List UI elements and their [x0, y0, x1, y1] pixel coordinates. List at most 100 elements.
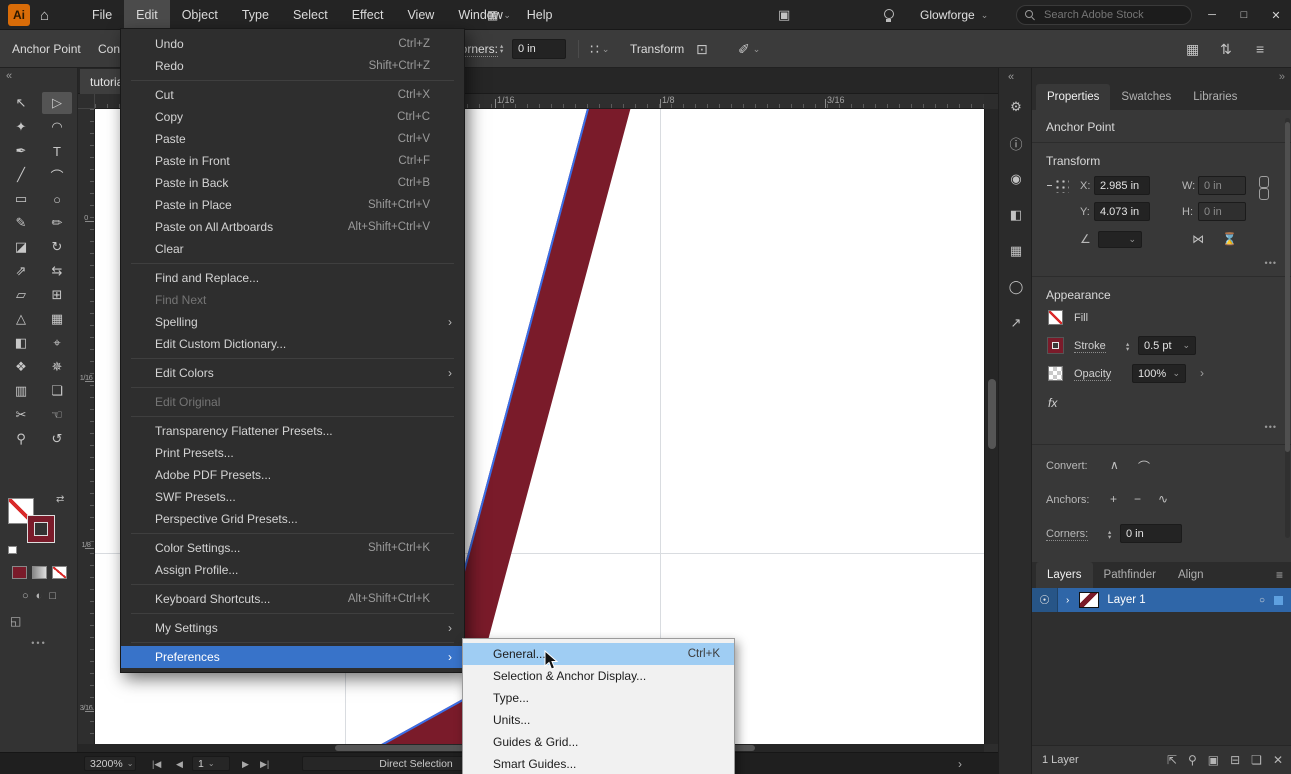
menu-help[interactable]: Help: [515, 0, 565, 30]
draw-normal-icon[interactable]: ○: [22, 590, 29, 602]
width-input[interactable]: 0 in: [1198, 176, 1246, 195]
maximize-button[interactable]: □: [1228, 0, 1260, 30]
corners-stepper[interactable]: ▴ ▾: [500, 30, 503, 68]
red-stripe-path[interactable]: [441, 109, 635, 665]
swatches-strip-icon[interactable]: ▦: [1005, 240, 1027, 262]
menu-type[interactable]: Type: [230, 0, 281, 30]
menu-select[interactable]: Select: [281, 0, 340, 30]
menu-item-undo[interactable]: Undo Ctrl+Z: [121, 33, 464, 55]
tab-pathfinder[interactable]: Pathfinder: [1093, 562, 1167, 588]
width-tool[interactable]: ⇆: [42, 260, 72, 282]
color-button[interactable]: [11, 566, 27, 579]
next-artboard-button[interactable]: ▶: [242, 753, 249, 774]
mesh-tool[interactable]: ▦: [42, 308, 72, 330]
quick-actions-icon[interactable]: ✐ ⌄: [738, 30, 760, 68]
gradient-button[interactable]: [31, 566, 47, 579]
menu-item-paste-in-place[interactable]: Paste in Place Shift+Ctrl+V: [121, 194, 464, 216]
stepper-down-icon[interactable]: ▾: [1108, 535, 1111, 541]
zoom-level-select[interactable]: 3200% ⌄: [84, 756, 136, 771]
submenu-item-selection-anchor-display[interactable]: Selection & Anchor Display...: [463, 665, 734, 687]
stepper-down-icon[interactable]: ▾: [500, 49, 503, 55]
more-tools-icon[interactable]: •••: [0, 638, 78, 648]
artboard-number-select[interactable]: 1 ⌄: [192, 756, 230, 771]
menu-item-clear[interactable]: Clear: [121, 238, 464, 260]
reference-point-selector[interactable]: [1047, 178, 1069, 193]
menu-item-preferences[interactable]: Preferences ›: [121, 646, 464, 668]
flip-vertical-icon[interactable]: ⌛: [1222, 232, 1237, 246]
submenu-item-type[interactable]: Type...: [463, 687, 734, 709]
select-similar-icon[interactable]: ∷ ⌄: [590, 30, 609, 68]
menu-item-edit-colors[interactable]: Edit Colors ›: [121, 362, 464, 384]
x-input[interactable]: 2.985 in: [1094, 176, 1150, 195]
menu-item-adobe-pdf-presets[interactable]: Adobe PDF Presets...: [121, 464, 464, 486]
collapse-toolbar-icon[interactable]: «: [6, 70, 12, 82]
tab-align[interactable]: Align: [1167, 562, 1215, 588]
appearance-more-options-icon[interactable]: •••: [1265, 422, 1277, 432]
stock-search[interactable]: [1016, 5, 1192, 25]
draw-behind-icon[interactable]: ◐: [36, 590, 43, 602]
screen-mode-icon[interactable]: ◱: [10, 614, 21, 628]
properties-strip-icon[interactable]: ⚙: [1005, 96, 1027, 118]
eraser-tool[interactable]: ◪: [6, 236, 36, 258]
isolate-mode-icon[interactable]: ⊡: [696, 30, 708, 68]
shape-builder-tool[interactable]: ⊞: [42, 284, 72, 306]
menu-item-keyboard-shortcuts[interactable]: Keyboard Shortcuts... Alt+Shift+Ctrl+K: [121, 588, 464, 610]
menu-item-assign-profile[interactable]: Assign Profile...: [121, 559, 464, 581]
panel-menu-icon[interactable]: ≡: [1256, 30, 1264, 68]
new-sublayer-icon[interactable]: ⊟: [1230, 753, 1240, 767]
menu-item-cut[interactable]: Cut Ctrl+X: [121, 84, 464, 106]
effects-button[interactable]: fx: [1048, 396, 1057, 410]
menu-item-paste-in-back[interactable]: Paste in Back Ctrl+B: [121, 172, 464, 194]
layer-row[interactable]: ☉ › Layer 1 ○: [1032, 588, 1291, 612]
menu-view[interactable]: View: [395, 0, 446, 30]
selection-tool[interactable]: ↖: [6, 92, 36, 114]
slice-tool[interactable]: ✂: [6, 404, 36, 426]
draw-inside-icon[interactable]: □: [49, 590, 56, 602]
tab-libraries[interactable]: Libraries: [1182, 84, 1248, 110]
symbol-sprayer-tool[interactable]: ✵: [42, 356, 72, 378]
make-clipping-mask-icon[interactable]: ▣: [1208, 753, 1219, 767]
free-transform-tool[interactable]: ▱: [6, 284, 36, 306]
rectangle-tool[interactable]: ▭: [6, 188, 36, 210]
constrain-proportions-icon[interactable]: [1258, 176, 1269, 200]
symbols-strip-icon[interactable]: ◯: [1005, 276, 1027, 298]
pen-tool[interactable]: ✒: [6, 140, 36, 162]
menu-item-copy[interactable]: Copy Ctrl+C: [121, 106, 464, 128]
none-button[interactable]: [51, 566, 67, 579]
info-strip-icon[interactable]: ⓘ: [1005, 132, 1027, 154]
corners-input[interactable]: 0 in: [512, 39, 566, 59]
corners-input[interactable]: 0 in: [1120, 524, 1182, 543]
menu-item-edit-custom-dictionary[interactable]: Edit Custom Dictionary...: [121, 333, 464, 355]
rotate-view-tool[interactable]: ↺: [42, 428, 72, 450]
layer-selection-indicator[interactable]: [1274, 595, 1283, 605]
menu-object[interactable]: Object: [170, 0, 230, 30]
menu-file[interactable]: File: [80, 0, 124, 30]
menu-item-color-settings[interactable]: Color Settings... Shift+Ctrl+K: [121, 537, 464, 559]
submenu-item-general[interactable]: General... Ctrl+K: [463, 643, 734, 665]
share-icon[interactable]: ▣: [778, 0, 790, 30]
swap-fill-stroke-icon[interactable]: ⇄: [56, 494, 64, 505]
submenu-item-guides-grid[interactable]: Guides & Grid...: [463, 731, 734, 753]
opacity-options-arrow[interactable]: ›: [1200, 366, 1204, 380]
submenu-item-smart-guides[interactable]: Smart Guides...: [463, 753, 734, 774]
menu-item-spelling[interactable]: Spelling ›: [121, 311, 464, 333]
layer-target-icon[interactable]: ○: [1259, 595, 1265, 606]
layer-name[interactable]: Layer 1: [1107, 594, 1145, 606]
document-setup-icon[interactable]: ▦: [1186, 30, 1199, 68]
rotation-select[interactable]: ⌄: [1098, 231, 1142, 248]
app-logo[interactable]: Ai: [8, 4, 30, 26]
search-input[interactable]: [1042, 8, 1177, 22]
home-icon[interactable]: ⌂: [40, 0, 49, 30]
paintbrush-tool[interactable]: ✎: [6, 212, 36, 234]
rotate-tool[interactable]: ↻: [42, 236, 72, 258]
magic-wand-tool[interactable]: ✦: [6, 116, 36, 138]
convert-to-corner-icon[interactable]: ∧: [1110, 458, 1119, 472]
zoom-tool[interactable]: ⚲: [6, 428, 36, 450]
menu-item-find-next[interactable]: Find Next: [121, 289, 464, 311]
last-artboard-button[interactable]: ▶|: [260, 753, 269, 774]
menu-effect[interactable]: Effect: [340, 0, 396, 30]
stroke-weight-stepper[interactable]: ▴ ▾: [1126, 338, 1129, 356]
menu-item-perspective-grid-presets[interactable]: Perspective Grid Presets...: [121, 508, 464, 530]
menu-item-edit-original[interactable]: Edit Original: [121, 391, 464, 413]
vertical-scrollbar[interactable]: [984, 109, 998, 744]
